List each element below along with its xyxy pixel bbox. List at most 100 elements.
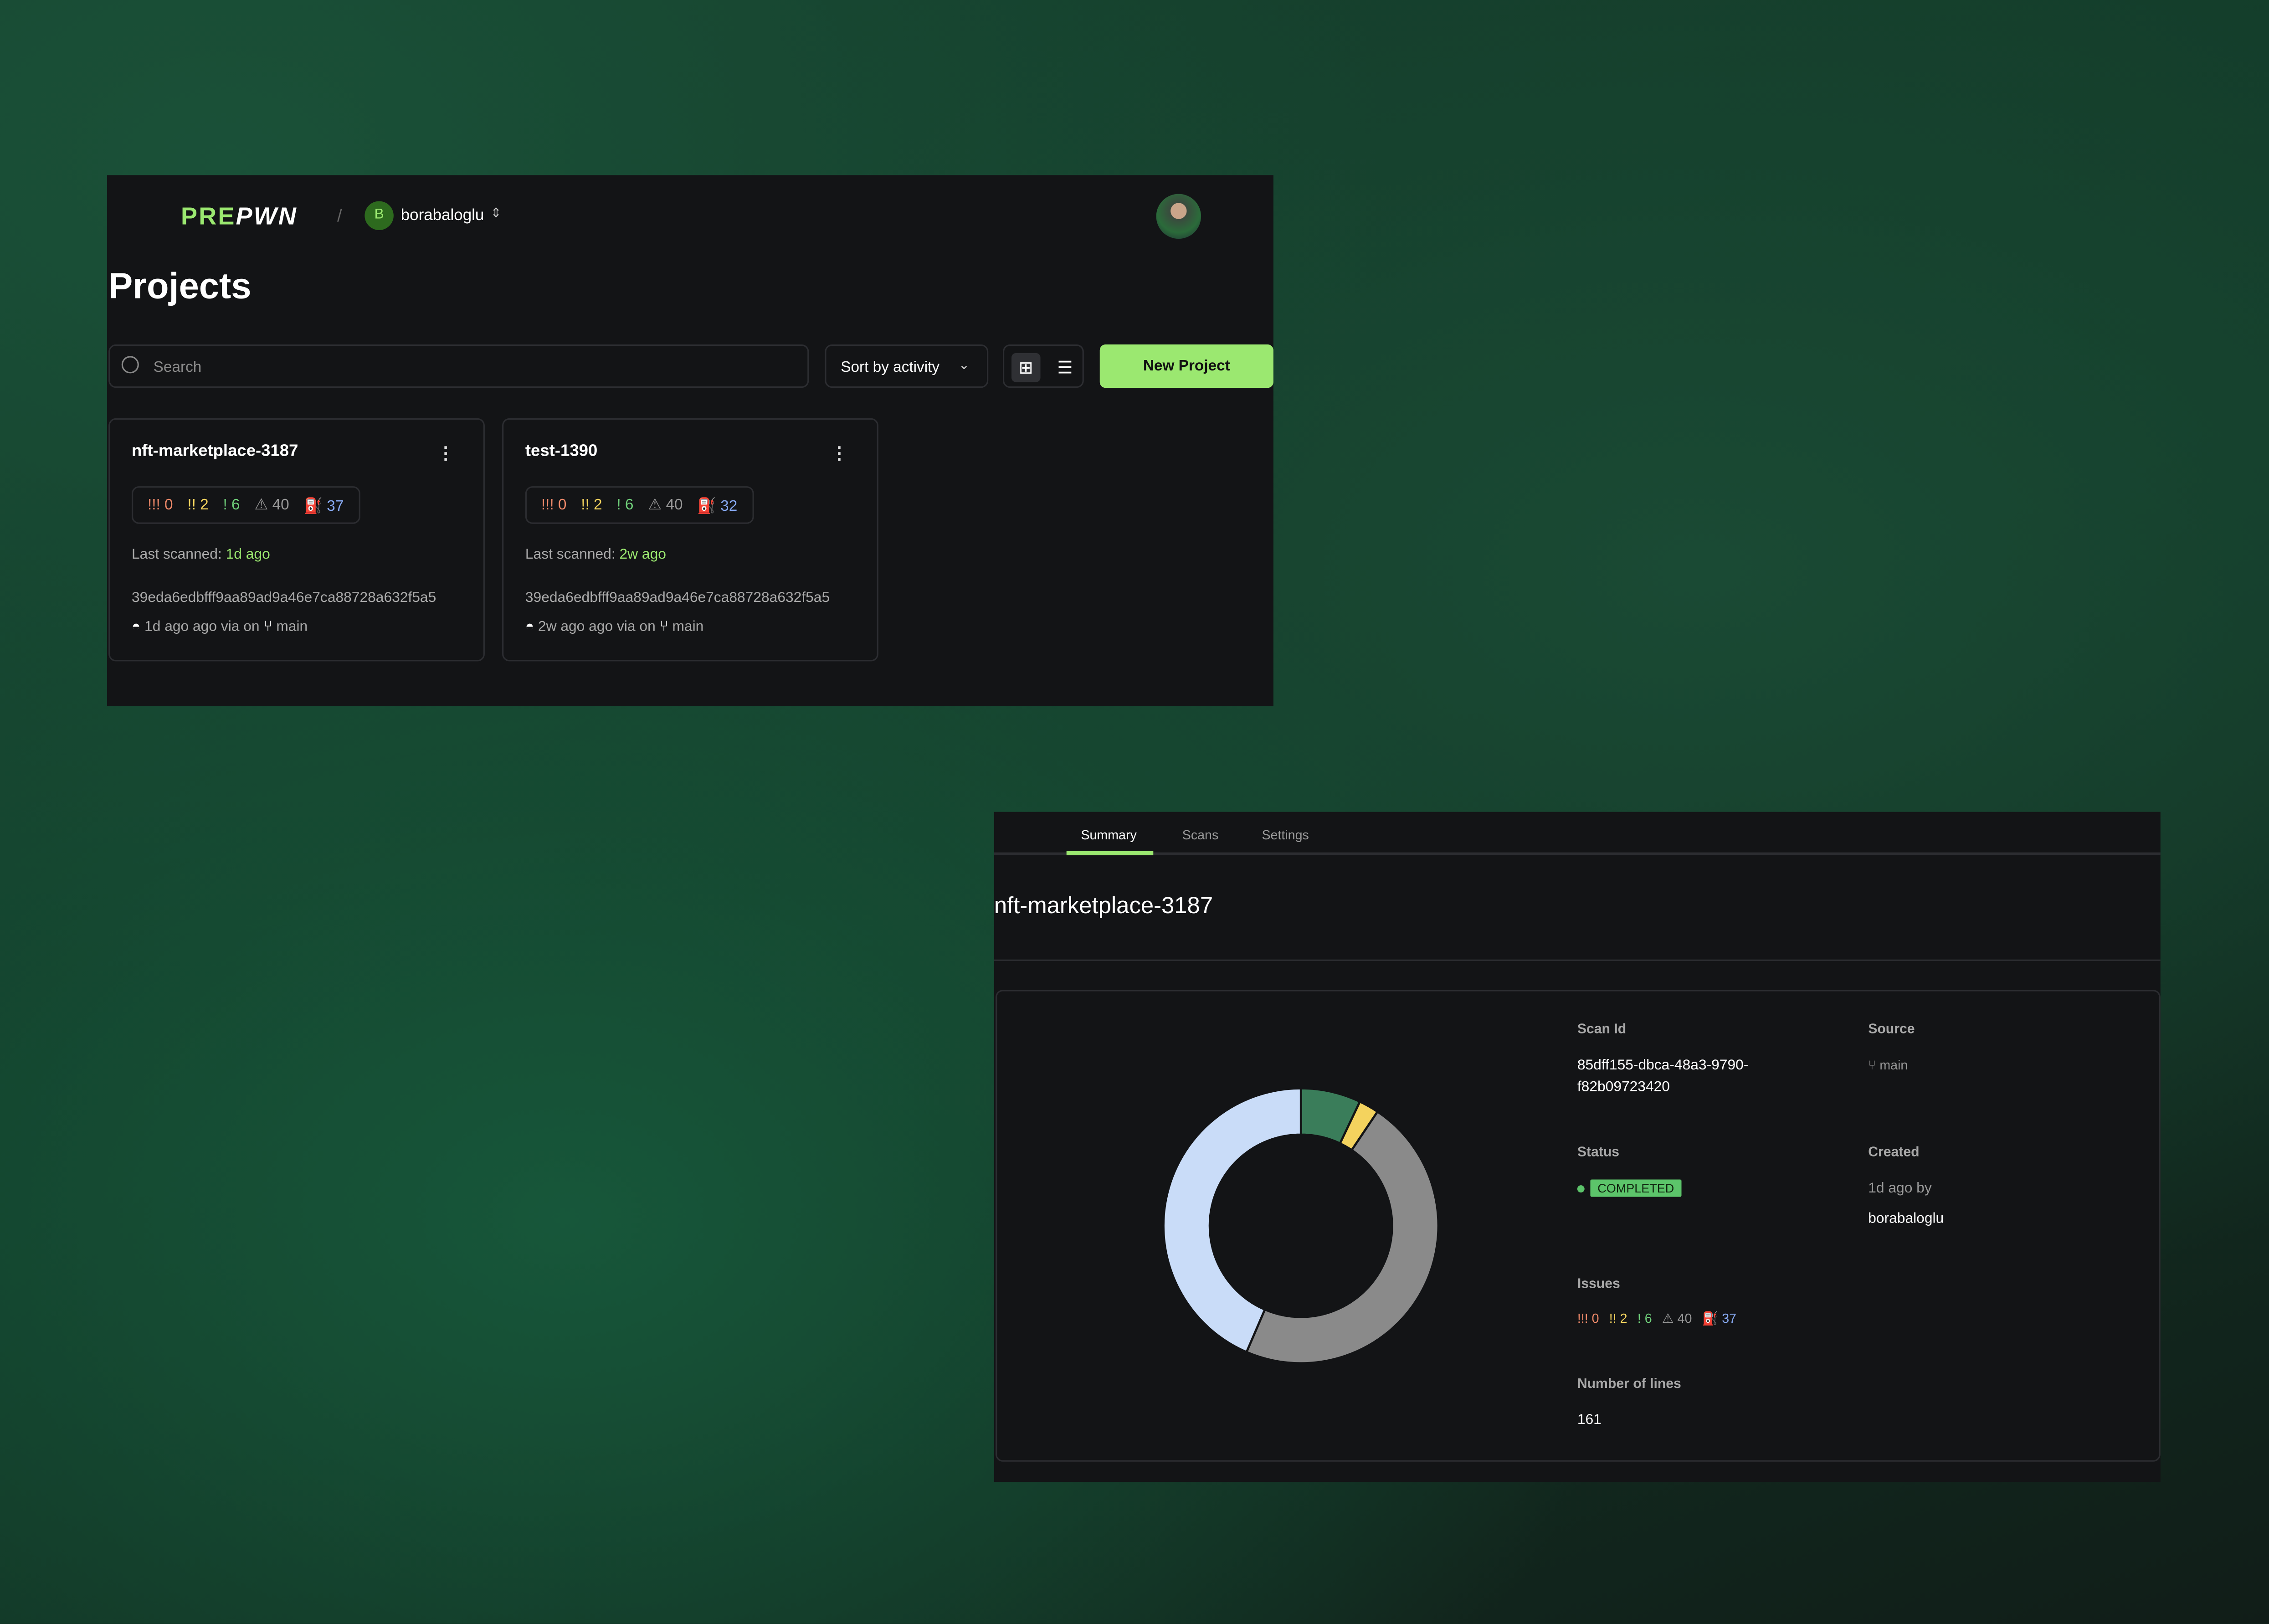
issues-donut-chart [1162, 1087, 1440, 1365]
high-value: 2 [1620, 1311, 1627, 1326]
high-count: !! 2 [1609, 1311, 1627, 1326]
medium-value: 6 [625, 496, 634, 514]
branch-icon: ⑂ [263, 619, 272, 636]
high-value: 2 [594, 496, 602, 514]
search-icon [121, 356, 139, 374]
source-branch: main [1879, 1058, 1908, 1073]
gas-icon: ⛽ [303, 497, 323, 515]
workspace-avatar[interactable]: B [364, 201, 394, 230]
branch-icon: ⑂ [1868, 1058, 1876, 1073]
branch-icon: ⑂ [659, 619, 668, 636]
donut-slice-info [1162, 1087, 1302, 1354]
warning-icon: ⚠ [254, 496, 268, 514]
project-card[interactable]: test-1390 ⋮ !!! 0 !! 2 ! 6 ⚠ 40 ⛽ 32 Las… [502, 418, 878, 662]
branch-name: main [672, 619, 704, 636]
critical-value: 0 [558, 496, 567, 514]
low-count: ⚠ 40 [648, 496, 683, 514]
issues-label: Issues [1577, 1276, 1620, 1293]
logo-text-left: PRE [181, 202, 236, 230]
list-view-icon[interactable]: ☰ [1051, 353, 1080, 382]
scan-id-value: 85dff155-dbca-48a3-9790- [1577, 1058, 1749, 1074]
page-title: Projects [108, 266, 252, 307]
lines-value: 161 [1577, 1412, 1602, 1429]
search-input[interactable]: Search [108, 344, 809, 388]
medium-count: ! 6 [1637, 1311, 1652, 1326]
prepwn-logo[interactable]: PREPWN [181, 203, 298, 232]
more-options-icon[interactable]: ⋮ [831, 443, 848, 463]
high-count: !! 2 [187, 496, 209, 514]
last-scanned: Last scanned: 1d ago [132, 547, 270, 563]
critical-count: !!! 0 [1577, 1311, 1599, 1326]
critical-value: 0 [1591, 1311, 1599, 1326]
critical-count: !!! 0 [541, 496, 567, 514]
github-icon: ◓ [132, 619, 141, 636]
created-label: Created [1868, 1145, 1920, 1161]
status-label: Status [1577, 1145, 1620, 1161]
issue-counts: !!! 0 !! 2 ! 6 ⚠ 40 ⛽ 37 [1577, 1311, 1736, 1327]
tab-scans[interactable]: Scans [1182, 828, 1218, 843]
low-value: 40 [272, 496, 289, 514]
status-dot [1577, 1185, 1585, 1193]
medium-count: ! 6 [616, 496, 634, 514]
last-scanned-label: Last scanned: [132, 547, 222, 563]
issue-counts: !!! 0 !! 2 ! 6 ⚠ 40 ⛽ 32 [525, 486, 754, 524]
project-name[interactable]: test-1390 [525, 443, 597, 460]
commit-hash: 39eda6edbfff9aa89ad9a46e7ca88728a632f5a5 [132, 590, 436, 606]
project-name[interactable]: nft-marketplace-3187 [132, 443, 298, 460]
workspace-name[interactable]: borabaloglu [401, 207, 484, 224]
last-scanned-value: 2w ago [619, 547, 666, 563]
github-icon: ◓ [525, 619, 534, 636]
tab-settings[interactable]: Settings [1262, 828, 1309, 843]
info-value: 37 [327, 497, 344, 515]
warning-icon: ⚠ [648, 496, 662, 514]
info-value: 37 [1722, 1311, 1737, 1326]
last-scanned: Last scanned: 2w ago [525, 547, 666, 563]
tab-summary[interactable]: Summary [1081, 828, 1136, 843]
more-options-icon[interactable]: ⋮ [437, 443, 454, 463]
last-scanned-label: Last scanned: [525, 547, 616, 563]
last-scanned-value: 1d ago [226, 547, 270, 563]
created-time: 1d ago by [1868, 1181, 1932, 1197]
commit-hash: 39eda6edbfff9aa89ad9a46e7ca88728a632f5a5 [525, 590, 830, 606]
lines-label: Number of lines [1577, 1376, 1681, 1393]
project-card[interactable]: nft-marketplace-3187 ⋮ !!! 0 !! 2 ! 6 ⚠ … [108, 418, 485, 662]
warning-icon: ⚠ [1662, 1311, 1674, 1326]
gas-icon: ⛽ [697, 497, 716, 515]
low-count: ⚠ 40 [254, 496, 289, 514]
commit-info: ◓ 2w ago ago via on ⑂ main [525, 619, 703, 635]
active-tab-indicator [1066, 851, 1154, 856]
logo-text-right: PWN [236, 202, 298, 230]
high-value: 2 [200, 496, 209, 514]
tab-divider [994, 852, 2161, 856]
project-title: nft-marketplace-3187 [994, 894, 1213, 919]
branch-name: main [276, 619, 308, 636]
issue-counts: !!! 0 !! 2 ! 6 ⚠ 40 ⛽ 37 [132, 486, 360, 524]
info-count: ⛽ 37 [303, 496, 344, 514]
created-by: borabaloglu [1868, 1211, 1944, 1228]
commit-time: 2w ago ago via on [538, 619, 656, 636]
scan-id-label: Scan Id [1577, 1022, 1627, 1038]
gas-icon: ⛽ [1702, 1311, 1719, 1326]
grid-view-icon[interactable]: ⊞ [1011, 353, 1041, 382]
view-toggle: ⊞ ☰ [1002, 344, 1084, 388]
chevron-up-down-icon[interactable]: ⇕ [491, 206, 502, 221]
medium-value: 6 [1644, 1311, 1652, 1326]
chevron-down-icon: ⌄ [958, 357, 970, 372]
medium-count: ! 6 [223, 496, 240, 514]
low-value: 40 [666, 496, 683, 514]
low-value: 40 [1677, 1311, 1692, 1326]
commit-time: 1d ago ago via on [144, 619, 260, 636]
scan-id-value-cont: f82b09723420 [1577, 1079, 1670, 1096]
donut-slice-low [1245, 1110, 1440, 1365]
sort-label: Sort by activity [841, 359, 940, 376]
high-count: !! 2 [581, 496, 602, 514]
source-value: ⑂ main [1868, 1058, 1908, 1073]
user-avatar[interactable] [1156, 194, 1201, 239]
status-badge: COMPLETED [1590, 1179, 1682, 1197]
low-count: ⚠ 40 [1662, 1311, 1692, 1327]
projects-panel: PREPWN / B borabaloglu ⇕ Projects Search… [107, 175, 1273, 706]
info-count: ⛽ 32 [697, 496, 737, 514]
new-project-button[interactable]: New Project [1099, 344, 1273, 388]
commit-info: ◓ 1d ago ago via on ⑂ main [132, 619, 308, 635]
sort-dropdown[interactable]: Sort by activity ⌄ [825, 344, 989, 388]
